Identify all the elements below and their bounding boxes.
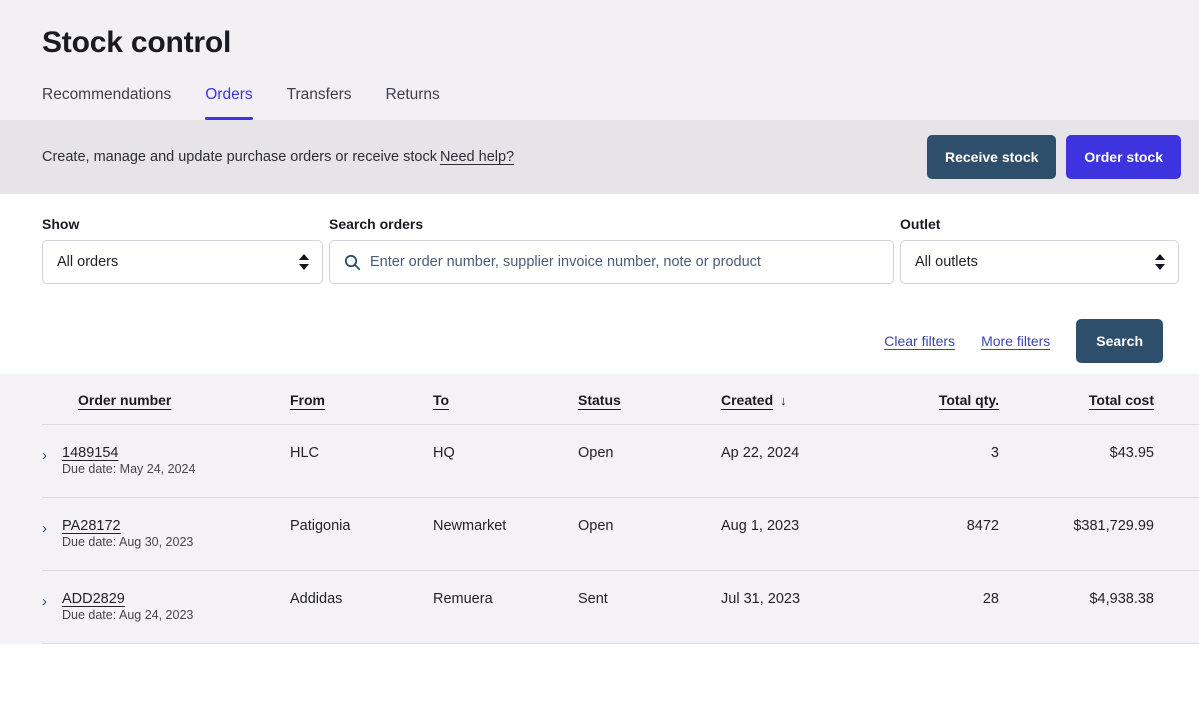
cell-row-action[interactable] — [1154, 425, 1199, 498]
cell-status: Open — [578, 425, 721, 498]
cell-order-number: › PA28172 Due date: Aug 30, 2023 — [42, 498, 290, 571]
cell-status: Sent — [578, 571, 721, 644]
cell-order-number: › ADD2829 Due date: Aug 24, 2023 — [42, 571, 290, 644]
show-label: Show — [42, 216, 323, 232]
banner-description-text: Create, manage and update purchase order… — [42, 149, 437, 165]
order-number-link[interactable]: PA28172 — [62, 518, 193, 534]
cell-from: Addidas — [290, 571, 433, 644]
cell-row-action[interactable] — [1154, 498, 1199, 571]
column-header-created[interactable]: Created↓ — [721, 374, 879, 425]
search-input[interactable]: Enter order number, supplier invoice num… — [370, 254, 761, 270]
cell-to: Remuera — [433, 571, 578, 644]
order-due-date: Due date: Aug 30, 2023 — [62, 535, 193, 549]
column-header-order-number[interactable]: Order number — [42, 374, 290, 425]
cell-created: Aug 1, 2023 — [721, 498, 879, 571]
order-due-date: Due date: May 24, 2024 — [62, 462, 195, 476]
outlet-select[interactable]: All outlets — [900, 240, 1179, 284]
column-header-from[interactable]: From — [290, 374, 433, 425]
cell-to: HQ — [433, 425, 578, 498]
show-select[interactable]: All orders — [42, 240, 323, 284]
filter-actions: Clear filters More filters Search — [42, 284, 1181, 374]
cell-total-qty: 28 — [879, 571, 999, 644]
show-filter: Show All orders — [42, 216, 323, 284]
table-row[interactable]: › 1489154 Due date: May 24, 2024 HLC HQ … — [42, 425, 1199, 498]
column-header-total-qty[interactable]: Total qty. — [879, 374, 999, 425]
cell-created: Jul 31, 2023 — [721, 571, 879, 644]
tab-returns[interactable]: Returns — [386, 86, 440, 120]
cell-created: Ap 22, 2024 — [721, 425, 879, 498]
cell-order-number: › 1489154 Due date: May 24, 2024 — [42, 425, 290, 498]
tab-recommendations[interactable]: Recommendations — [42, 86, 171, 120]
search-icon — [344, 254, 361, 271]
page-header: Stock control Recommendations Orders Tra… — [0, 0, 1199, 120]
order-number-link[interactable]: 1489154 — [62, 445, 195, 461]
column-header-status[interactable]: Status — [578, 374, 721, 425]
outlet-label: Outlet — [900, 216, 1179, 232]
outlet-filter: Outlet All outlets — [900, 216, 1179, 284]
order-number-link[interactable]: ADD2829 — [62, 591, 193, 607]
orders-table: Order number From To Status Created↓ Tot… — [42, 374, 1199, 644]
search-button[interactable]: Search — [1076, 319, 1163, 363]
table-header-row: Order number From To Status Created↓ Tot… — [42, 374, 1199, 425]
column-header-total-cost[interactable]: Total cost — [999, 374, 1154, 425]
cell-to: Newmarket — [433, 498, 578, 571]
order-stock-button[interactable]: Order stock — [1066, 135, 1181, 179]
tab-bar: Recommendations Orders Transfers Returns — [42, 86, 1199, 120]
chevron-updown-icon[interactable] — [1155, 254, 1165, 270]
cell-total-qty: 3 — [879, 425, 999, 498]
cell-total-qty: 8472 — [879, 498, 999, 571]
table-row[interactable]: › PA28172 Due date: Aug 30, 2023 Patigon… — [42, 498, 1199, 571]
expand-row-chevron-icon[interactable]: › — [42, 591, 62, 612]
expand-row-chevron-icon[interactable]: › — [42, 518, 62, 539]
filters-panel: Show All orders Search orders Enter orde… — [0, 194, 1199, 374]
banner-actions: Receive stock Order stock — [927, 135, 1181, 179]
search-input-wrapper[interactable]: Enter order number, supplier invoice num… — [329, 240, 894, 284]
column-header-to[interactable]: To — [433, 374, 578, 425]
tab-transfers[interactable]: Transfers — [287, 86, 352, 120]
cell-total-cost: $43.95 — [999, 425, 1154, 498]
cell-row-action[interactable] — [1154, 571, 1199, 644]
receive-stock-button[interactable]: Receive stock — [927, 135, 1056, 179]
more-filters-link[interactable]: More filters — [981, 333, 1050, 349]
cell-total-cost: $381,729.99 — [999, 498, 1154, 571]
orders-table-container: Order number From To Status Created↓ Tot… — [0, 374, 1199, 644]
cell-total-cost: $4,938.38 — [999, 571, 1154, 644]
cell-from: Patigonia — [290, 498, 433, 571]
cell-status: Open — [578, 498, 721, 571]
search-orders-label: Search orders — [329, 216, 894, 232]
banner-description: Create, manage and update purchase order… — [42, 149, 514, 165]
show-selected-value: All orders — [57, 254, 118, 270]
outlet-selected-value: All outlets — [915, 254, 978, 270]
filter-row: Show All orders Search orders Enter orde… — [42, 216, 1181, 284]
tab-orders[interactable]: Orders — [205, 86, 252, 120]
column-header-actions — [1154, 374, 1199, 425]
info-banner: Create, manage and update purchase order… — [0, 120, 1199, 194]
cell-from: HLC — [290, 425, 433, 498]
expand-row-chevron-icon[interactable]: › — [42, 445, 62, 466]
search-orders-filter: Search orders Enter order number, suppli… — [329, 216, 894, 284]
sort-descending-icon: ↓ — [780, 393, 787, 408]
table-row[interactable]: › ADD2829 Due date: Aug 24, 2023 Addidas… — [42, 571, 1199, 644]
clear-filters-link[interactable]: Clear filters — [884, 333, 955, 349]
page-title: Stock control — [42, 0, 1199, 60]
order-due-date: Due date: Aug 24, 2023 — [62, 608, 193, 622]
need-help-link[interactable]: Need help? — [440, 149, 514, 165]
chevron-updown-icon[interactable] — [299, 254, 309, 270]
